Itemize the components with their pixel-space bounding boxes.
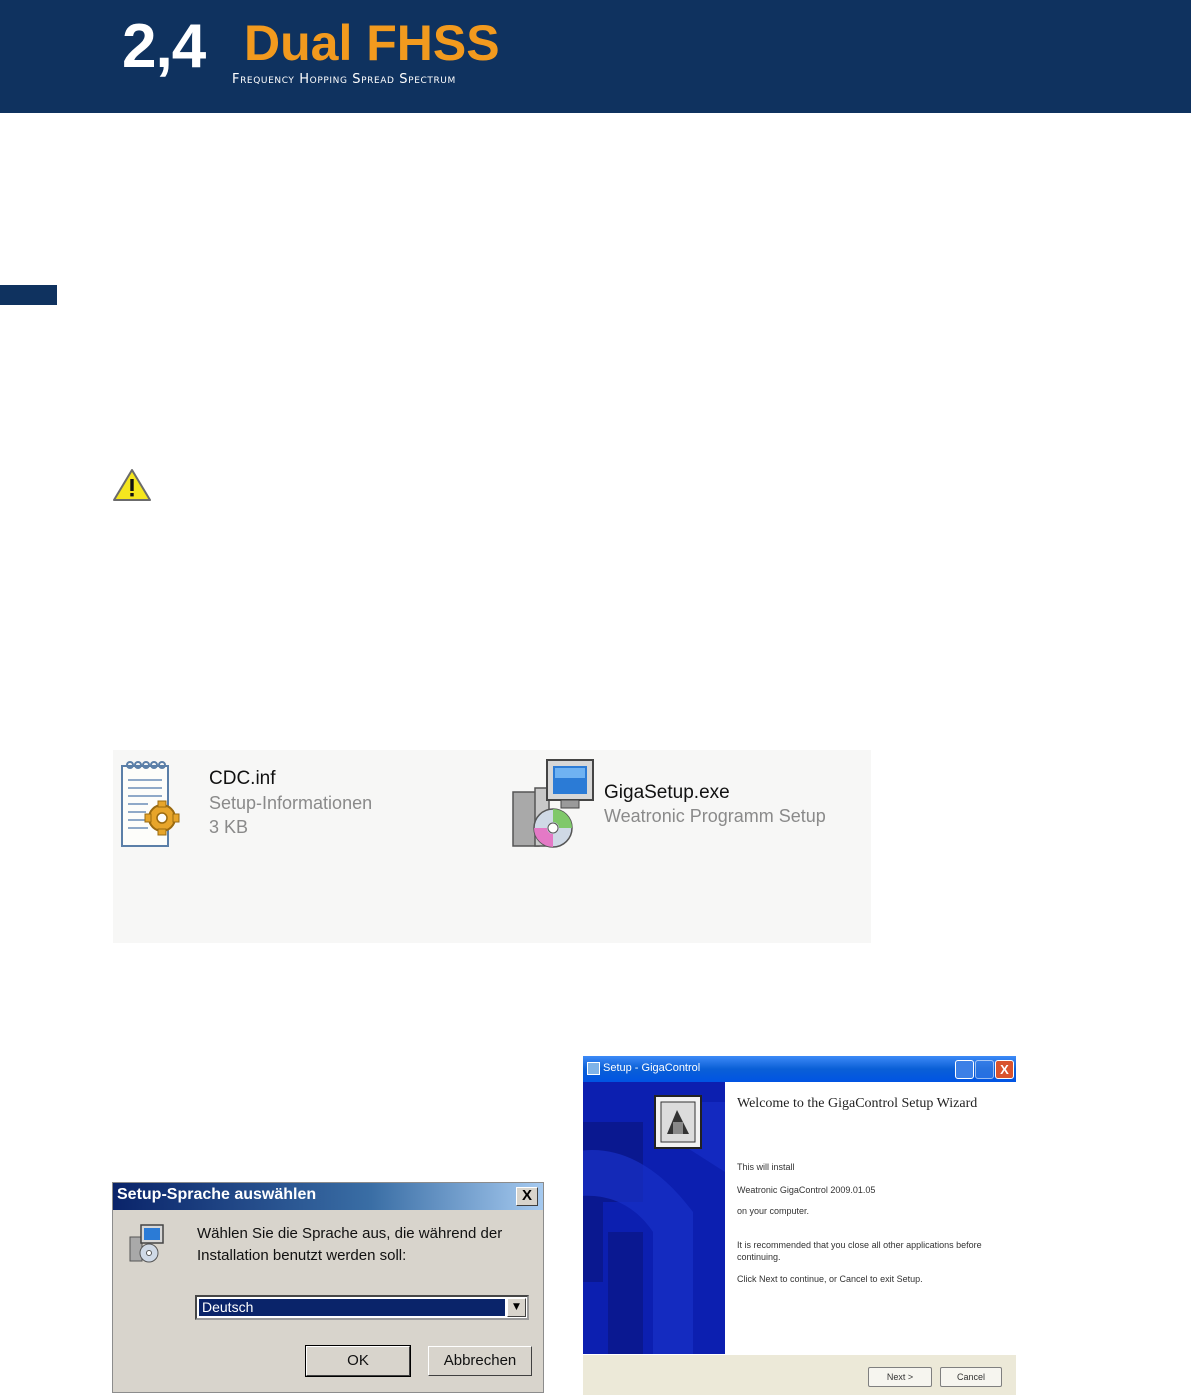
file-listing: CDC.inf Setup-Informationen 3 KB GigaSet…	[113, 750, 871, 943]
logo-word: Dual FHSS	[244, 15, 500, 71]
wizard-text-line: Weatronic GigaControl 2009.01.05	[737, 1185, 876, 1195]
wizard-cancel-button[interactable]: Cancel	[940, 1367, 1002, 1387]
wizard-side-banner	[583, 1082, 725, 1354]
logo-subtitle: Frequency Hopping Spread Spectrum	[232, 72, 456, 87]
installer-computer-cd-icon	[512, 759, 594, 848]
wizard-text-line: It is recommended that you close all oth…	[737, 1240, 982, 1262]
minimize-button[interactable]	[955, 1060, 974, 1079]
side-tab-marker	[0, 285, 57, 305]
language-selected-value: Deutsch	[199, 1299, 505, 1316]
wizard-content: Welcome to the GigaControl Setup Wizard …	[725, 1082, 1016, 1354]
chevron-down-icon[interactable]: ▼	[507, 1298, 526, 1317]
language-select[interactable]: Deutsch ▼	[195, 1295, 529, 1320]
next-button[interactable]: Next >	[868, 1367, 932, 1387]
app-icon	[587, 1062, 600, 1075]
file-name: GigaSetup.exe	[604, 782, 730, 803]
setup-computer-icon	[129, 1224, 164, 1263]
file-item-cdc-inf[interactable]: CDC.inf Setup-Informationen 3 KB	[113, 750, 443, 860]
ok-button[interactable]: OK	[305, 1345, 411, 1377]
wizard-title: Setup - GigaControl	[603, 1062, 701, 1074]
inf-document-gear-icon	[121, 761, 180, 847]
file-item-gigasetup-exe[interactable]: GigaSetup.exe Weatronic Programm Setup	[507, 750, 867, 860]
installer-box-icon	[654, 1095, 702, 1149]
maximize-button[interactable]	[975, 1060, 994, 1079]
header-banner: 2,4 Dual FHSS Frequency Hopping Spread S…	[0, 0, 1191, 113]
wizard-text-line: on your computer.	[737, 1206, 810, 1216]
wizard-titlebar[interactable]: Setup - GigaControl X	[583, 1056, 1016, 1082]
wizard-heading: Welcome to the GigaControl Setup Wizard	[737, 1096, 978, 1111]
dialog-title: Setup-Sprache auswählen	[117, 1186, 317, 1203]
setup-wizard-window: Setup - GigaControl X Welcome to the Gig…	[583, 1056, 1016, 1395]
language-dialog: Setup-Sprache auswählen X Wählen Sie die…	[112, 1182, 544, 1393]
file-size: 3 KB	[209, 817, 249, 837]
dialog-titlebar[interactable]: Setup-Sprache auswählen X	[113, 1183, 543, 1210]
file-type: Setup-Informationen	[209, 793, 373, 813]
wizard-button-bar: Next > Cancel	[583, 1354, 1016, 1395]
file-name: CDC.inf	[209, 768, 276, 789]
wizard-close-button[interactable]: X	[995, 1060, 1014, 1079]
file-type: Weatronic Programm Setup	[604, 806, 826, 826]
dialog-close-button[interactable]: X	[516, 1187, 538, 1206]
dialog-message: Wählen Sie die Sprache aus, die während …	[197, 1225, 503, 1264]
wizard-text-line: This will install	[737, 1162, 795, 1172]
logo-number: 2,4	[122, 12, 206, 81]
wizard-text-line: Click Next to continue, or Cancel to exi…	[737, 1274, 923, 1284]
cancel-button[interactable]: Abbrechen	[428, 1346, 532, 1376]
warning-triangle-icon	[113, 469, 151, 501]
